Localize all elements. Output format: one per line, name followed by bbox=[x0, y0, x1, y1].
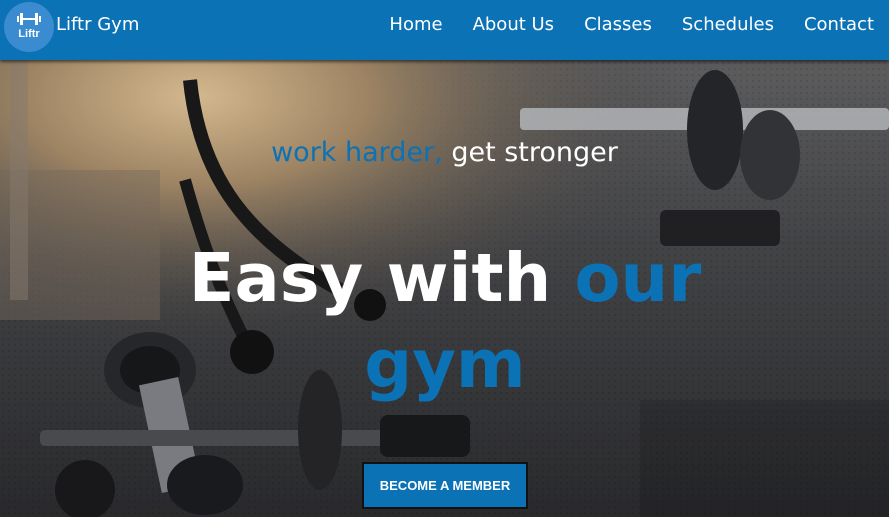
nav-links: Home About Us Classes Schedules Contact bbox=[389, 14, 874, 35]
logo[interactable]: Liftr bbox=[4, 2, 54, 52]
nav-link-contact[interactable]: Contact bbox=[804, 14, 874, 35]
hero-section: work harder, get stronger Easy with our … bbox=[0, 60, 889, 517]
become-member-button[interactable]: BECOME A MEMBER bbox=[362, 462, 528, 509]
tagline-accent: work harder, bbox=[271, 137, 443, 168]
navbar: Liftr Liftr Gym Home About Us Classes Sc… bbox=[0, 0, 889, 60]
nav-link-classes[interactable]: Classes bbox=[584, 14, 652, 35]
dumbbell-icon bbox=[17, 13, 41, 25]
hero-tagline: work harder, get stronger bbox=[0, 137, 889, 168]
nav-link-home[interactable]: Home bbox=[389, 14, 442, 35]
tagline-rest: get stronger bbox=[442, 137, 618, 168]
nav-link-about-us[interactable]: About Us bbox=[473, 14, 555, 35]
logo-text: Liftr bbox=[18, 28, 40, 40]
headline-white: Easy with bbox=[188, 239, 575, 317]
hero-headline: Easy with our gym bbox=[150, 235, 740, 407]
nav-link-schedules[interactable]: Schedules bbox=[682, 14, 774, 35]
brand-name[interactable]: Liftr Gym bbox=[56, 14, 139, 35]
